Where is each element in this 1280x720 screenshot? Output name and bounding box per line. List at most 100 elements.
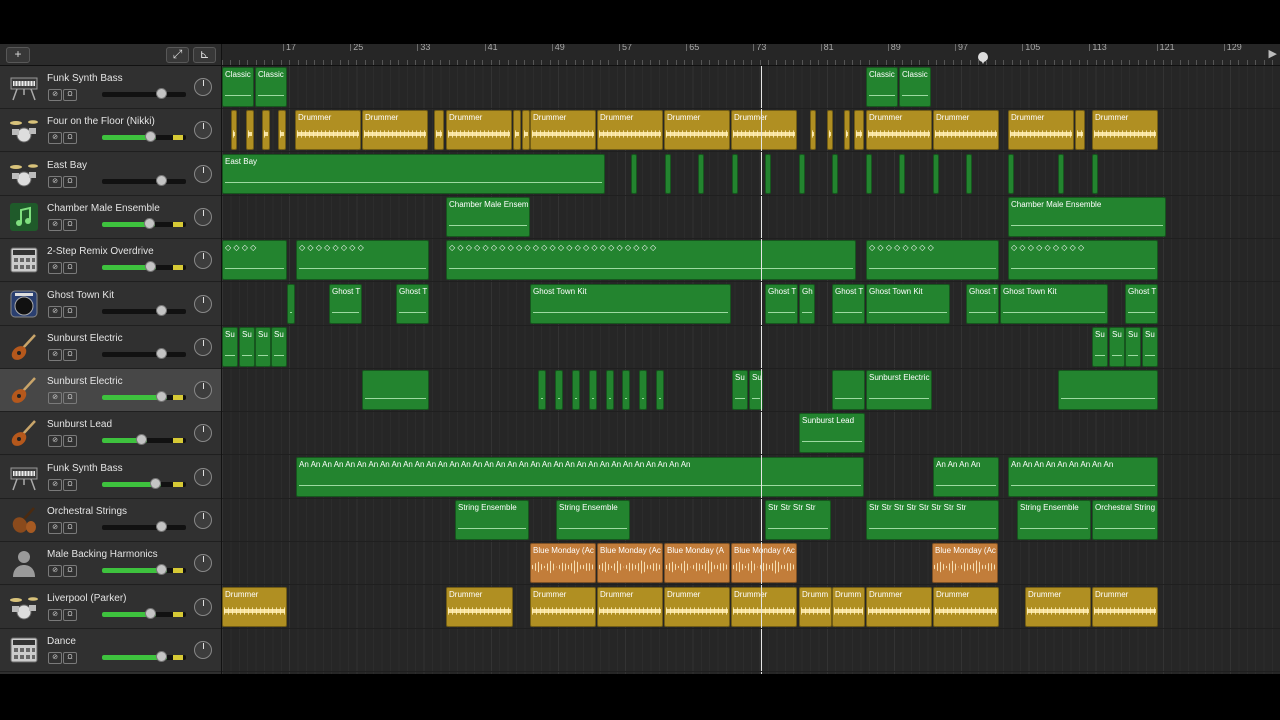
track-header[interactable]: Chamber Male Ensemble ⊘ Ω bbox=[0, 196, 221, 239]
track-name[interactable]: East Bay bbox=[47, 160, 87, 171]
volume-slider[interactable] bbox=[102, 305, 186, 316]
mute-button[interactable]: ⊘ bbox=[48, 262, 62, 274]
volume-slider[interactable] bbox=[102, 521, 186, 532]
track-name[interactable]: Sunburst Electric bbox=[47, 333, 123, 344]
headphones-solo-icon[interactable]: Ω bbox=[63, 349, 77, 361]
track-lane[interactable] bbox=[222, 283, 1280, 326]
track-lane[interactable] bbox=[222, 499, 1280, 542]
track-header[interactable]: Funk Synth Bass ⊘ Ω bbox=[0, 456, 221, 499]
headphones-solo-icon[interactable]: Ω bbox=[63, 176, 77, 188]
volume-slider[interactable] bbox=[102, 175, 186, 186]
headphones-solo-icon[interactable]: Ω bbox=[63, 609, 77, 621]
track-header[interactable]: Orchestral Strings ⊘ Ω bbox=[0, 499, 221, 542]
volume-slider[interactable] bbox=[102, 131, 186, 142]
volume-slider[interactable] bbox=[102, 564, 186, 575]
pan-knob[interactable] bbox=[194, 598, 212, 616]
track-lane[interactable] bbox=[222, 109, 1280, 152]
track-lane[interactable] bbox=[222, 326, 1280, 369]
track-header[interactable]: Sunburst Electric ⊘ Ω bbox=[0, 369, 221, 412]
track-name[interactable]: Funk Synth Bass bbox=[47, 73, 123, 84]
mute-button[interactable]: ⊘ bbox=[48, 176, 62, 188]
volume-knob[interactable] bbox=[156, 305, 167, 316]
volume-slider[interactable] bbox=[102, 261, 186, 272]
volume-knob[interactable] bbox=[156, 651, 167, 662]
track-lane[interactable] bbox=[222, 369, 1280, 412]
volume-slider[interactable] bbox=[102, 88, 186, 99]
pan-knob[interactable] bbox=[194, 554, 212, 572]
automation-icon[interactable]: ⤢ bbox=[166, 47, 189, 63]
track-header[interactable]: 2-Step Remix Overdrive ⊘ Ω bbox=[0, 239, 221, 282]
track-header[interactable]: Sunburst Lead ⊘ Ω bbox=[0, 412, 221, 455]
volume-knob[interactable] bbox=[136, 434, 147, 445]
volume-knob[interactable] bbox=[150, 478, 161, 489]
track-name[interactable]: Dance bbox=[47, 636, 76, 647]
headphones-solo-icon[interactable]: Ω bbox=[63, 652, 77, 664]
pan-knob[interactable] bbox=[194, 641, 212, 659]
mute-button[interactable]: ⊘ bbox=[48, 652, 62, 664]
track-header[interactable]: Four on the Floor (Nikki) ⊘ Ω bbox=[0, 109, 221, 152]
track-name[interactable]: Male Backing Harmonics bbox=[47, 549, 158, 560]
mute-button[interactable]: ⊘ bbox=[48, 219, 62, 231]
pan-knob[interactable] bbox=[194, 468, 212, 486]
track-header[interactable]: Dance ⊘ Ω bbox=[0, 629, 221, 672]
track-name[interactable]: Four on the Floor (Nikki) bbox=[47, 116, 155, 127]
mute-button[interactable]: ⊘ bbox=[48, 522, 62, 534]
pan-knob[interactable] bbox=[194, 208, 212, 226]
smart-controls-filter-icon[interactable]: ⊾ bbox=[193, 47, 216, 63]
mute-button[interactable]: ⊘ bbox=[48, 132, 62, 144]
pan-knob[interactable] bbox=[194, 165, 212, 183]
pan-knob[interactable] bbox=[194, 511, 212, 529]
track-name[interactable]: Ghost Town Kit bbox=[47, 290, 114, 301]
volume-slider[interactable] bbox=[102, 478, 186, 489]
pan-knob[interactable] bbox=[194, 78, 212, 96]
mute-button[interactable]: ⊘ bbox=[48, 565, 62, 577]
track-name[interactable]: Liverpool (Parker) bbox=[47, 593, 126, 604]
volume-slider[interactable] bbox=[102, 218, 186, 229]
volume-knob[interactable] bbox=[145, 131, 156, 142]
track-header[interactable]: Sunburst Electric ⊘ Ω bbox=[0, 326, 221, 369]
track-lane[interactable] bbox=[222, 456, 1280, 499]
pan-knob[interactable] bbox=[194, 295, 212, 313]
track-name[interactable]: Sunburst Electric bbox=[47, 376, 123, 387]
volume-knob[interactable] bbox=[156, 175, 167, 186]
headphones-solo-icon[interactable]: Ω bbox=[63, 262, 77, 274]
volume-knob[interactable] bbox=[145, 608, 156, 619]
volume-knob[interactable] bbox=[145, 261, 156, 272]
track-name[interactable]: Sunburst Lead bbox=[47, 419, 112, 430]
headphones-solo-icon[interactable]: Ω bbox=[63, 89, 77, 101]
headphones-solo-icon[interactable]: Ω bbox=[63, 522, 77, 534]
volume-knob[interactable] bbox=[156, 391, 167, 402]
volume-knob[interactable] bbox=[156, 564, 167, 575]
volume-slider[interactable] bbox=[102, 391, 186, 402]
headphones-solo-icon[interactable]: Ω bbox=[63, 306, 77, 318]
add-track-button[interactable]: + bbox=[6, 47, 30, 63]
tracks-area[interactable]: Classic Classic Classic Classic Drummer Drumm… bbox=[222, 66, 1280, 674]
ruler-scroll-arrow-icon[interactable]: ▶ bbox=[1269, 47, 1277, 60]
track-lane[interactable] bbox=[222, 629, 1280, 672]
pan-knob[interactable] bbox=[194, 121, 212, 139]
pan-knob[interactable] bbox=[194, 251, 212, 269]
track-name[interactable]: Orchestral Strings bbox=[47, 506, 127, 517]
track-lane[interactable] bbox=[222, 66, 1280, 109]
headphones-solo-icon[interactable]: Ω bbox=[63, 392, 77, 404]
track-name[interactable]: 2-Step Remix Overdrive bbox=[47, 246, 154, 257]
track-name[interactable]: Chamber Male Ensemble bbox=[47, 203, 160, 214]
track-lane[interactable] bbox=[222, 196, 1280, 239]
track-header[interactable]: Ghost Town Kit ⊘ Ω bbox=[0, 283, 221, 326]
volume-slider[interactable] bbox=[102, 348, 186, 359]
mute-button[interactable]: ⊘ bbox=[48, 392, 62, 404]
mute-button[interactable]: ⊘ bbox=[48, 609, 62, 621]
headphones-solo-icon[interactable]: Ω bbox=[63, 435, 77, 447]
headphones-solo-icon[interactable]: Ω bbox=[63, 132, 77, 144]
track-header[interactable]: Funk Synth Bass ⊘ Ω bbox=[0, 66, 221, 109]
pan-knob[interactable] bbox=[194, 381, 212, 399]
mute-button[interactable]: ⊘ bbox=[48, 435, 62, 447]
track-lane[interactable] bbox=[222, 239, 1280, 282]
track-name[interactable]: Funk Synth Bass bbox=[47, 463, 123, 474]
mute-button[interactable]: ⊘ bbox=[48, 89, 62, 101]
volume-knob[interactable] bbox=[156, 88, 167, 99]
track-header[interactable]: Liverpool (Parker) ⊘ Ω bbox=[0, 586, 221, 629]
track-header[interactable]: East Bay ⊘ Ω bbox=[0, 153, 221, 196]
headphones-solo-icon[interactable]: Ω bbox=[63, 479, 77, 491]
mute-button[interactable]: ⊘ bbox=[48, 479, 62, 491]
